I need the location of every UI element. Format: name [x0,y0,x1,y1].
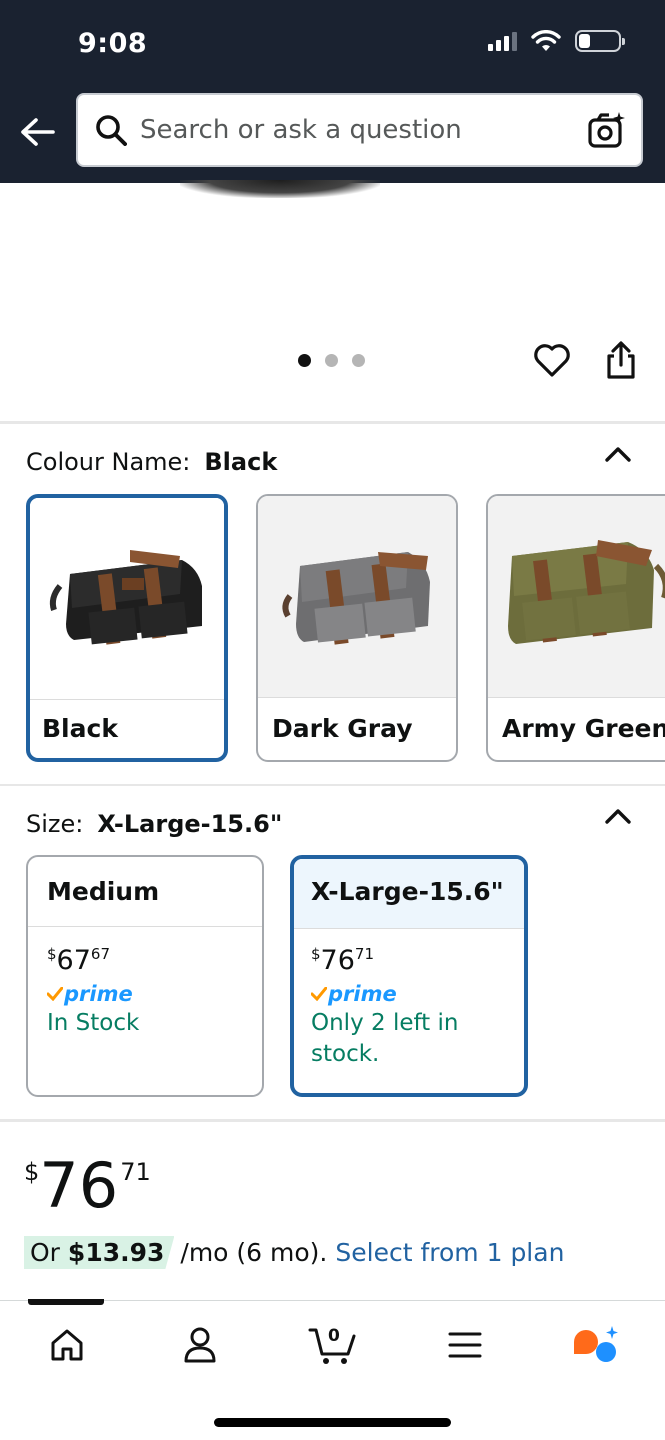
plan-badge: Or $13.93 [24,1236,175,1269]
colour-label: Colour Name: Black [26,448,278,476]
nav-menu[interactable] [441,1321,489,1369]
installment-plan: Or $13.93 /mo (6 mo). Select from 1 plan [24,1236,564,1269]
plan-term: /mo (6 mo). [180,1238,328,1267]
share-icon[interactable] [601,340,641,380]
bag-image-black [30,498,224,700]
size-option-price: $6767 [47,945,110,976]
person-icon [184,1327,216,1363]
colour-option-label: Army Green [502,714,665,743]
nav-cart[interactable]: 0 [308,1321,358,1369]
colour-selected-value: Black [204,448,278,476]
search-bar[interactable] [76,93,643,167]
gallery-dot[interactable] [325,354,338,367]
battery-icon [575,30,625,52]
camera-search-icon[interactable] [587,110,627,150]
size-option-x-large[interactable]: X-Large-15.6" $7671 prime Only 2 left in… [290,855,528,1097]
signal-icon [488,31,517,51]
search-input[interactable] [140,115,560,145]
colour-option-dark-gray[interactable]: Dark Gray [256,494,458,762]
colour-option-army-green[interactable]: Army Green [486,494,665,762]
active-tab-indicator [28,1299,104,1305]
gallery-dot[interactable] [352,354,365,367]
prime-check-icon [47,987,63,1001]
stock-status: In Stock [47,1010,140,1036]
size-option-price: $7671 [311,945,374,976]
menu-icon [448,1332,482,1358]
search-icon [94,113,128,147]
size-label: Size: X-Large-15.6" [26,810,283,838]
colour-option-black[interactable]: Black [26,494,228,762]
status-time: 9:08 [78,28,148,59]
select-plan-link[interactable]: Select from 1 plan [335,1238,564,1267]
chevron-up-icon[interactable] [603,802,633,832]
size-option-medium[interactable]: Medium $6767 prime In Stock [26,855,264,1097]
stock-status: Only 2 left in stock. [311,1010,459,1067]
prime-check-icon [311,987,327,1001]
bottom-nav: 0 [0,1299,665,1440]
bag-image-dark-gray [258,496,456,698]
size-selected-value: X-Large-15.6" [97,810,283,838]
home-indicator [214,1418,451,1427]
section-divider [0,421,665,424]
wifi-icon [531,30,561,51]
product-image-edge[interactable] [180,180,380,198]
top-header: 9:08 [0,0,665,183]
colour-option-label: Dark Gray [272,714,413,743]
bag-image-army-green [488,496,665,698]
nav-account[interactable] [176,1321,224,1369]
back-button[interactable] [18,112,58,152]
heart-icon[interactable] [532,340,572,380]
prime-badge: prime [311,980,524,1008]
home-icon [51,1329,83,1361]
gallery-dot[interactable] [298,354,311,367]
nav-rufus[interactable] [572,1321,620,1369]
colour-option-label: Black [42,714,118,743]
size-option-name: X-Large-15.6" [294,859,524,929]
section-divider [0,784,665,786]
prime-badge: prime [47,980,262,1008]
back-arrow-icon [21,118,55,146]
gallery-dots[interactable] [298,354,365,367]
section-divider [0,1119,665,1122]
chevron-up-icon[interactable] [603,440,633,470]
cart-count: 0 [328,1326,340,1346]
nav-home[interactable] [43,1321,91,1369]
rufus-assistant-icon [574,1326,618,1362]
price-display: $ 76 71 [24,1149,151,1222]
size-option-name: Medium [28,857,262,927]
status-icons [488,30,625,52]
